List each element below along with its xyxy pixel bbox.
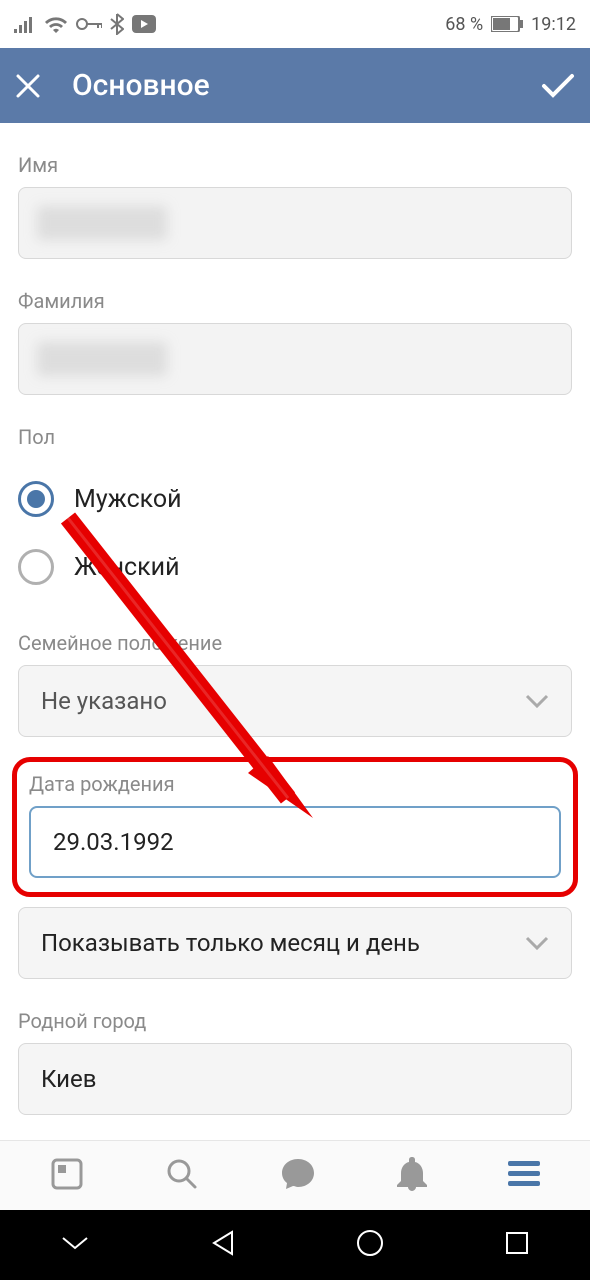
birthdate-display-select[interactable]: Показывать только месяц и день <box>18 907 572 979</box>
nav-recent[interactable] <box>505 1231 529 1259</box>
battery-icon <box>491 16 523 32</box>
android-status-bar: 68 % 19:12 <box>0 0 590 48</box>
name-input[interactable] <box>18 187 572 259</box>
chevron-down-icon <box>525 936 549 950</box>
tab-feed[interactable] <box>50 1157 84 1195</box>
messages-icon <box>280 1157 316 1191</box>
tab-search[interactable] <box>165 1157 199 1195</box>
tab-menu[interactable] <box>508 1161 540 1191</box>
tab-messages[interactable] <box>280 1157 316 1195</box>
chevron-down-icon <box>61 1234 89 1252</box>
birthdate-value: 29.03.1992 <box>53 828 174 856</box>
close-button[interactable] <box>14 72 64 100</box>
hometown-value: Киев <box>41 1065 96 1093</box>
wifi-icon <box>44 15 68 33</box>
radio-checked-icon <box>18 481 54 517</box>
youtube-icon <box>132 15 156 33</box>
gender-radio-group: Мужской Женский <box>18 465 572 601</box>
battery-percent: 68 % <box>445 14 483 35</box>
signal-icon <box>14 15 36 33</box>
feed-icon <box>50 1157 84 1191</box>
name-label: Имя <box>18 153 572 177</box>
menu-icon <box>508 1161 540 1187</box>
surname-label: Фамилия <box>18 289 572 313</box>
radio-unchecked-icon <box>18 549 54 585</box>
nav-back[interactable] <box>210 1230 234 1260</box>
page-title: Основное <box>64 68 526 103</box>
recent-square-icon <box>505 1231 529 1255</box>
hometown-label: Родной город <box>18 1009 572 1033</box>
nav-home[interactable] <box>356 1229 384 1261</box>
gender-male-label: Мужской <box>74 485 182 514</box>
key-icon <box>76 17 102 31</box>
close-icon <box>14 72 42 100</box>
relationship-label: Семейное положение <box>18 631 572 655</box>
surname-input[interactable] <box>18 323 572 395</box>
bluetooth-icon <box>110 13 124 35</box>
birthdate-display-value: Показывать только месяц и день <box>41 929 420 957</box>
gender-label: Пол <box>18 425 572 449</box>
android-nav-bar <box>0 1210 590 1280</box>
nav-hide-keyboard[interactable] <box>61 1234 89 1256</box>
bottom-tab-bar <box>0 1140 590 1210</box>
gender-female-radio[interactable]: Женский <box>18 533 572 601</box>
relationship-select[interactable]: Не указано <box>18 665 572 737</box>
relationship-value: Не указано <box>41 687 167 715</box>
gender-female-label: Женский <box>74 553 180 582</box>
bell-icon <box>397 1157 427 1191</box>
tab-notifications[interactable] <box>397 1157 427 1195</box>
clock-time: 19:12 <box>531 14 576 35</box>
save-button[interactable] <box>526 72 576 100</box>
birthdate-highlight: Дата рождения 29.03.1992 <box>12 757 578 897</box>
status-right: 68 % 19:12 <box>445 14 576 35</box>
birthdate-input[interactable]: 29.03.1992 <box>29 806 561 878</box>
search-icon <box>165 1157 199 1191</box>
home-circle-icon <box>356 1229 384 1257</box>
gender-male-radio[interactable]: Мужской <box>18 465 572 533</box>
checkmark-icon <box>540 72 576 100</box>
birthdate-label: Дата рождения <box>29 772 561 796</box>
hometown-select[interactable]: Киев <box>18 1043 572 1115</box>
form-area: Имя Фамилия Пол Мужской Женский Семейное… <box>0 153 590 1115</box>
chevron-down-icon <box>525 694 549 708</box>
status-left <box>14 13 156 35</box>
back-triangle-icon <box>210 1230 234 1256</box>
app-header: Основное <box>0 48 590 123</box>
